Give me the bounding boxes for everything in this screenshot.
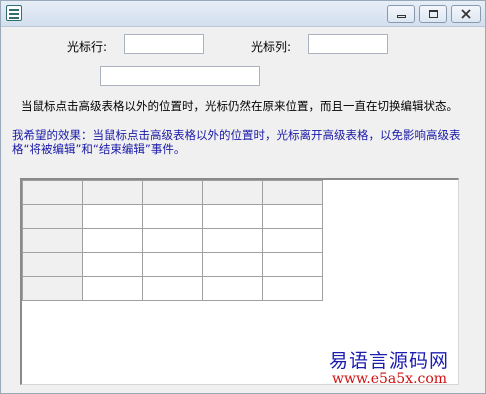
table-cell[interactable] [82, 252, 143, 277]
description-text: 当鼠标点击高级表格以外的位置时，光标仍然在原来位置，而且一直在切换编辑状态。 [21, 99, 458, 113]
table-row [22, 276, 323, 301]
title-bar[interactable] [1, 1, 485, 27]
cursor-row-input[interactable] [124, 34, 204, 54]
minimize-button[interactable] [387, 5, 415, 23]
table-cell[interactable] [82, 276, 143, 301]
table-corner-cell[interactable] [22, 180, 83, 205]
table-header-row [22, 180, 323, 205]
extra-input[interactable] [100, 66, 260, 86]
main-window: 光标行: 光标列: 当鼠标点击高级表格以外的位置时，光标仍然在原来位置，而且一直… [0, 0, 486, 394]
table-row [22, 228, 323, 253]
close-icon [461, 9, 471, 19]
table-cell[interactable] [202, 204, 263, 229]
close-button[interactable] [451, 5, 481, 23]
table-cell[interactable] [82, 204, 143, 229]
table-cell[interactable] [202, 228, 263, 253]
row-header-cell[interactable] [22, 276, 83, 301]
table-cell[interactable] [262, 276, 323, 301]
row-header-cell[interactable] [22, 252, 83, 277]
table-cell[interactable] [142, 204, 203, 229]
table-row [22, 252, 323, 277]
table-cell[interactable] [262, 204, 323, 229]
cursor-col-input[interactable] [308, 34, 388, 54]
table-cell[interactable] [262, 252, 323, 277]
row-header-cell[interactable] [22, 228, 83, 253]
table-header-cell[interactable] [202, 180, 263, 205]
watermark-url: www.e5a5x.com [332, 371, 448, 387]
table-cell[interactable] [202, 276, 263, 301]
minimize-icon [396, 14, 406, 18]
table-cell[interactable] [202, 252, 263, 277]
table-cell[interactable] [82, 228, 143, 253]
table-cell[interactable] [262, 228, 323, 253]
table-cell[interactable] [142, 252, 203, 277]
table-header-cell[interactable] [262, 180, 323, 205]
cursor-col-label: 光标列: [251, 40, 292, 54]
table-header-cell[interactable] [142, 180, 203, 205]
watermark-site-name: 易语言源码网 [329, 350, 450, 372]
table-row [22, 204, 323, 229]
app-icon [6, 5, 22, 21]
row-header-cell[interactable] [22, 204, 83, 229]
table-header-cell[interactable] [82, 180, 143, 205]
maximize-button[interactable] [419, 5, 447, 23]
desired-effect-text: 我希望的效果：当鼠标点击高级表格以外的位置时，光标离开高级表格，以免影响高级表格… [12, 128, 461, 156]
maximize-icon [428, 10, 438, 18]
table-cell[interactable] [142, 228, 203, 253]
table-grid[interactable] [22, 180, 323, 301]
table-cell[interactable] [142, 276, 203, 301]
cursor-row-label: 光标行: [67, 40, 108, 54]
